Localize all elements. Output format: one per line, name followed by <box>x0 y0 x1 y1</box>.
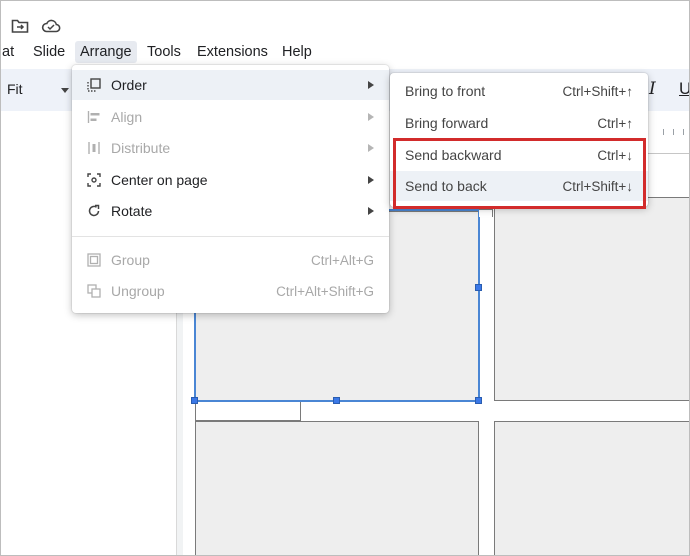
annotation-highlight-box <box>393 138 646 209</box>
shortcut-text: Ctrl+↑ <box>597 116 633 131</box>
ruler-tick <box>683 129 684 135</box>
chevron-right-icon <box>368 144 374 152</box>
shape-bottom-left[interactable] <box>195 421 479 555</box>
menu-item-center-on-page[interactable]: Center on page <box>72 165 389 195</box>
title-icons-row <box>1 1 689 39</box>
shortcut-text: Ctrl+Alt+G <box>310 253 374 268</box>
chevron-right-icon <box>368 207 374 215</box>
italic-button[interactable]: I <box>649 79 656 99</box>
menu-item-order[interactable]: Order <box>72 70 389 100</box>
cloud-saved-icon[interactable] <box>40 15 62 37</box>
ruler-tick <box>663 129 664 135</box>
order-icon <box>86 77 102 93</box>
menu-extensions[interactable]: Extensions <box>192 41 273 63</box>
menu-item-bring-to-front[interactable]: Bring to front Ctrl+Shift+↑ <box>390 76 648 106</box>
menu-item-label: Distribute <box>111 140 171 156</box>
chevron-right-icon <box>368 176 374 184</box>
shape-top-right[interactable] <box>494 197 689 401</box>
menu-tools[interactable]: Tools <box>142 41 186 63</box>
menu-bar: at Slide Arrange Tools Extensions Help <box>1 39 689 65</box>
menu-item-ungroup[interactable]: Ungroup Ctrl+Alt+Shift+G <box>72 276 389 306</box>
ruler-tick <box>673 129 674 135</box>
underline-button[interactable]: U <box>679 79 689 99</box>
menu-item-label: Bring forward <box>405 115 489 131</box>
menu-item-label: Align <box>111 109 143 125</box>
chevron-right-icon <box>368 81 374 89</box>
menu-item-label: Order <box>111 77 147 93</box>
shortcut-text: Ctrl+Shift+↑ <box>562 84 633 99</box>
chevron-right-icon <box>368 113 374 121</box>
center-on-page-icon <box>86 172 102 188</box>
menu-item-bring-forward[interactable]: Bring forward Ctrl+↑ <box>390 108 648 138</box>
chevron-down-icon[interactable] <box>61 88 69 93</box>
menu-help[interactable]: Help <box>277 41 317 63</box>
ruler-line <box>648 153 689 154</box>
arrange-menu: Order Align Distribute Center on page Ro… <box>72 65 389 313</box>
menu-separator <box>72 236 389 237</box>
menu-arrange[interactable]: Arrange <box>75 41 137 63</box>
menu-item-align[interactable]: Align <box>72 102 389 132</box>
shape-bottom-right[interactable] <box>494 421 689 555</box>
shortcut-text: Ctrl+Alt+Shift+G <box>276 284 374 299</box>
zoom-select[interactable]: Fit <box>7 81 23 97</box>
resize-handle[interactable] <box>191 397 198 404</box>
app-window: at Slide Arrange Tools Extensions Help F… <box>0 0 690 556</box>
resize-handle[interactable] <box>475 284 482 291</box>
shape-gap-fragment <box>195 401 301 421</box>
distribute-icon <box>86 140 102 156</box>
rotate-icon <box>86 203 102 219</box>
shape-edge <box>479 209 493 217</box>
menu-item-rotate[interactable]: Rotate <box>72 196 389 226</box>
menu-item-label: Bring to front <box>405 83 486 99</box>
folder-move-icon[interactable] <box>9 15 31 37</box>
menu-item-label: Rotate <box>111 203 153 219</box>
group-icon <box>86 252 102 268</box>
menu-item-label: Center on page <box>111 172 208 188</box>
menu-item-label: Ungroup <box>111 283 165 299</box>
menu-item-distribute[interactable]: Distribute <box>72 133 389 163</box>
menu-slide[interactable]: Slide <box>28 41 70 63</box>
menu-item-group[interactable]: Group Ctrl+Alt+G <box>72 245 389 275</box>
resize-handle[interactable] <box>475 397 482 404</box>
resize-handle[interactable] <box>333 397 340 404</box>
ungroup-icon <box>86 283 102 299</box>
menu-item-label: Group <box>111 252 150 268</box>
menu-format[interactable]: at <box>1 41 19 63</box>
align-icon <box>86 109 102 125</box>
